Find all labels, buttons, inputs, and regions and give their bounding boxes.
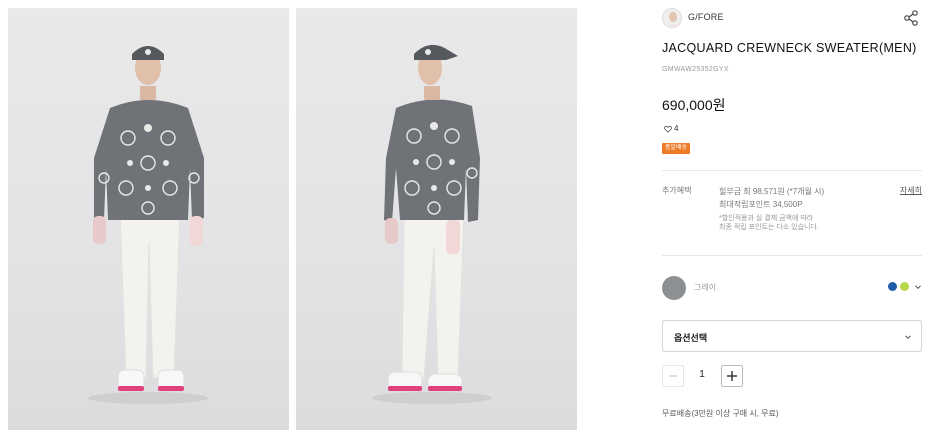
option-select-label: 옵션선택 [674,333,708,343]
brand-name[interactable]: G/FORE [688,12,724,22]
product-image-front[interactable] [8,8,289,430]
quantity-increase-button[interactable] [721,365,743,387]
shipping-info: 무료배송(3만원 이상 구매 시, 무료) [662,409,779,418]
product-title: JACQUARD CREWNECK SWEATER(MEN) [662,41,917,55]
benefit-note-line-2: 최종 적립 포인트는 다소 있습니다. [719,224,819,231]
color-options [888,282,922,291]
quantity-decrease-button[interactable] [662,365,684,387]
product-price: 690,000원 [662,97,726,113]
selected-color-swatch[interactable] [662,276,686,300]
brand-row: G/FORE [662,8,922,28]
brand-logo[interactable] [662,8,682,28]
chevron-down-icon [905,335,911,340]
minus-icon [669,375,677,377]
like-count: 4 [674,124,679,133]
benefit-lines: 힐부금 최 98,571원 (*7개월 시) 최대적립포인트 34,500P [719,185,824,211]
product-info-panel: G/FORE JACQUARD CREWNECK SWEATER(MEN) GM… [662,0,922,439]
benefit-note: *할인적용과 실 결제 금액에 따라 최종 적립 포인트는 다소 있습니다. [719,214,819,232]
heart-icon [664,125,672,133]
benefit-note-line-1: *할인적용과 실 결제 금액에 따라 [719,215,814,222]
benefit-line-installment: 힐부금 최 98,571원 (*7개월 시) [719,187,825,196]
benefit-detail-link[interactable]: 자세히 [900,185,922,196]
divider [662,255,922,256]
product-image-side[interactable] [296,8,577,430]
model-side-illustration [372,44,492,404]
benefit-label: 추가혜택 [662,186,692,195]
plus-icon [727,371,737,381]
option-select[interactable]: 옵션선택 [662,320,922,352]
selected-color-name: 그레이 [694,283,717,292]
benefit-line-points: 최대적립포인트 34,500P [719,200,803,209]
product-sku: GMWAW25352GYX [662,66,729,73]
model-front-illustration [88,46,208,404]
divider [662,170,922,171]
share-icon[interactable] [902,9,920,27]
chevron-down-icon[interactable] [914,283,922,291]
color-option-lime[interactable] [900,282,909,291]
quantity-value[interactable]: 1 [694,369,710,380]
like-button[interactable]: 4 [664,124,678,133]
delivery-badge: 총알배송 [662,143,691,154]
color-option-navy[interactable] [888,282,897,291]
